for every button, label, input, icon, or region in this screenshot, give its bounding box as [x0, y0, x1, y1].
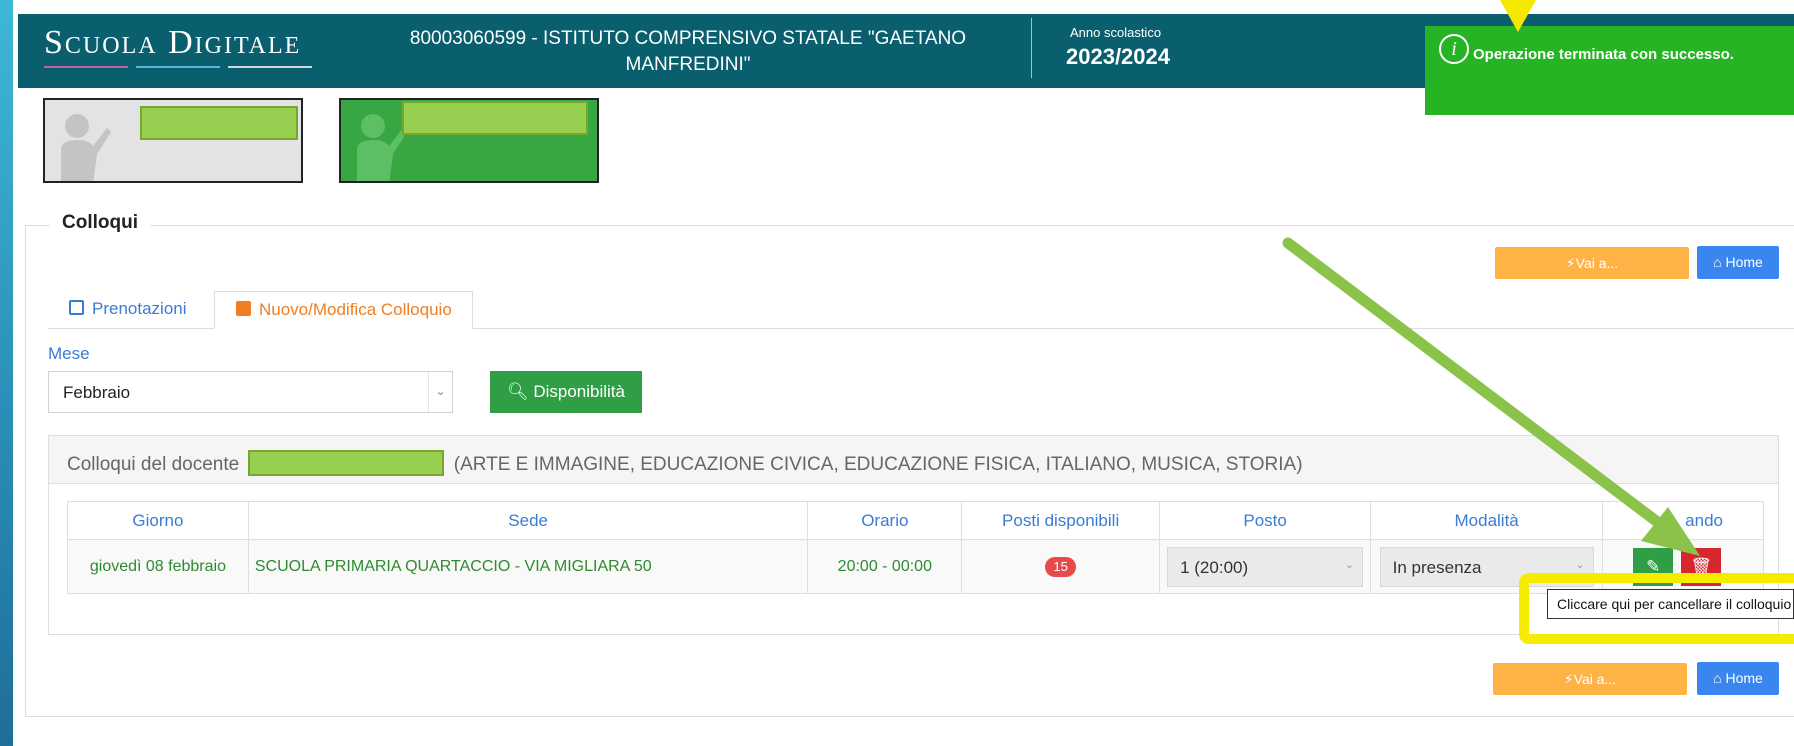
mese-select[interactable]: Febbraio ⌄: [48, 371, 453, 413]
success-toast[interactable]: i Operazione terminata con successo.: [1425, 26, 1794, 115]
chevron-down-icon: ⌄: [428, 372, 452, 412]
table-row: giovedì 08 febbraio SCUOLA PRIMARIA QUAR…: [67, 539, 1764, 594]
colloqui-table: Giorno Sede Orario Posti disponibili Pos…: [67, 501, 1764, 594]
lightning-icon: ⚡: [1565, 255, 1576, 271]
home-icon: ⌂: [1713, 254, 1722, 270]
search-icon: 🔍︎: [507, 382, 529, 401]
info-icon: i: [1439, 34, 1469, 64]
calendar-check-icon: [69, 300, 84, 315]
redacted-user-name: [140, 106, 298, 140]
person-icon: [357, 114, 407, 181]
cell-posto: 1 (20:00) ⌄: [1159, 539, 1372, 594]
cell-giorno: giovedì 08 febbraio: [67, 539, 249, 594]
home-button-top[interactable]: ⌂ Home: [1697, 246, 1779, 279]
chevron-down-icon: ⌄: [1344, 558, 1355, 571]
chevron-down-icon: ⌄: [1575, 558, 1585, 571]
tab-nuovo-modifica-colloquio[interactable]: Nuovo/Modifica Colloquio: [214, 291, 473, 329]
posto-select[interactable]: 1 (20:00) ⌄: [1167, 546, 1364, 587]
cell-posti: 15: [961, 539, 1161, 594]
col-sede: Sede: [247, 501, 809, 540]
profile-card-active[interactable]: [339, 98, 599, 183]
section-title: Colloqui: [50, 212, 150, 234]
profile-card-inactive[interactable]: [43, 98, 303, 183]
lightning-icon: ⚡: [1563, 671, 1574, 687]
school-year-label: Anno scolastico: [1070, 25, 1162, 40]
redacted-teacher-name: [248, 450, 445, 476]
vai-a-button-top[interactable]: ⚡Vai a...: [1495, 247, 1689, 279]
home-icon: ⌂: [1713, 670, 1722, 686]
disponibilita-button[interactable]: 🔍︎ Disponibilità: [490, 371, 642, 413]
col-modalita: Modalità: [1370, 501, 1604, 540]
col-giorno: Giorno: [67, 501, 249, 540]
redacted-user-name: [402, 101, 588, 135]
col-orario: Orario: [807, 501, 963, 540]
col-comando: ando: [1602, 501, 1764, 540]
logo-underline: [44, 66, 324, 70]
cell-sede: SCUOLA PRIMARIA QUARTACCIO - VIA MIGLIAR…: [247, 539, 809, 594]
annotation-arrow-yellow: [1500, 0, 1536, 32]
toast-message: Operazione terminata con successo.: [1473, 46, 1734, 63]
delete-tooltip: Cliccare qui per cancellare il colloquio: [1547, 589, 1794, 619]
tab-bar: Prenotazioni Nuovo/Modifica Colloquio: [48, 291, 1794, 329]
posti-badge: 15: [1045, 556, 1076, 577]
header-divider: [1031, 18, 1032, 78]
table-header-row: Giorno Sede Orario Posti disponibili Pos…: [67, 501, 1764, 540]
home-button-bottom[interactable]: ⌂ Home: [1697, 662, 1779, 695]
panel-heading: Colloqui del docente (ARTE E IMMAGINE, E…: [49, 436, 1778, 484]
cell-orario: 20:00 - 00:00: [807, 539, 963, 594]
school-name: 80003060599 - ISTITUTO COMPRENSIVO STATA…: [409, 28, 967, 75]
school-year-value: 2023/2024: [1066, 44, 1170, 69]
mese-label: Mese: [48, 344, 90, 363]
app-logo[interactable]: Scuola Digitale: [44, 24, 301, 62]
person-icon: [61, 114, 111, 181]
vai-a-button-bottom[interactable]: ⚡Vai a...: [1493, 663, 1687, 695]
col-posto: Posto: [1159, 501, 1372, 540]
calendar-add-icon: [236, 301, 251, 316]
tab-prenotazioni[interactable]: Prenotazioni: [48, 291, 207, 329]
col-posti-disponibili: Posti disponibili: [961, 501, 1161, 540]
